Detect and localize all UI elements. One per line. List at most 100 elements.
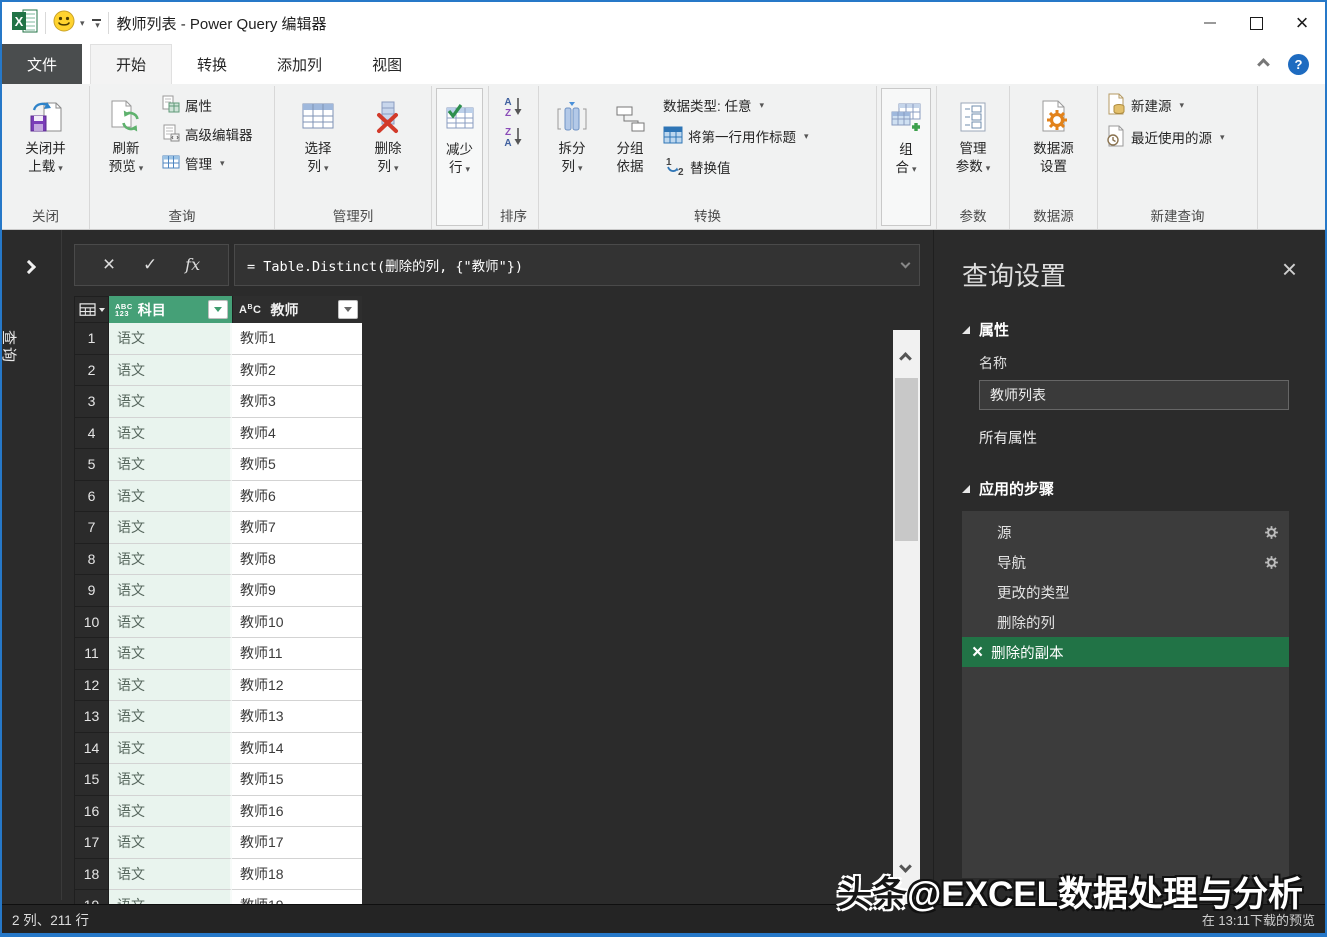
sort-descending-button[interactable]: ZA [499,124,529,148]
subject-cell[interactable]: 语文 [109,638,232,670]
table-row[interactable]: 6 语文 教师6 [74,481,362,513]
subject-cell[interactable]: 语文 [109,512,232,544]
table-row[interactable]: 1 语文 教师1 [74,323,362,355]
column-header-subject[interactable]: 科目 [109,296,232,323]
table-row[interactable]: 18 语文 教师18 [74,859,362,891]
use-first-row-as-headers-button[interactable]: 将第一行用作标题 [663,125,809,147]
replace-values-button[interactable]: 12 替换值 [663,156,809,178]
filter-button-subject[interactable] [208,300,228,319]
table-row[interactable]: 11 语文 教师11 [74,638,362,670]
all-properties-link[interactable]: 所有属性 [979,427,1297,448]
tab-add-column[interactable]: 添加列 [252,44,347,84]
teacher-cell[interactable]: 教师18 [232,859,362,891]
subject-cell[interactable]: 语文 [109,701,232,733]
data-source-settings-button[interactable]: 数据源 设置 [1014,88,1093,176]
filter-button-teacher[interactable] [338,300,358,319]
subject-cell[interactable]: 语文 [109,418,232,450]
subject-cell[interactable]: 语文 [109,827,232,859]
teacher-cell[interactable]: 教师4 [232,418,362,450]
table-row[interactable]: 7 语文 教师7 [74,512,362,544]
applied-step[interactable]: 更改的类型 [962,577,1289,607]
table-row[interactable]: 16 语文 教师16 [74,796,362,828]
subject-cell[interactable]: 语文 [109,733,232,765]
minimize-button[interactable] [1187,2,1233,44]
sort-ascending-button[interactable]: AZ [499,94,529,118]
combine-button[interactable]: 组 合 [881,88,931,226]
manage-parameters-button[interactable]: 管理 参数 [941,88,1005,177]
subject-cell[interactable]: 语文 [109,575,232,607]
table-row[interactable]: 9 语文 教师9 [74,575,362,607]
queries-pane-label[interactable]: 查询 [0,330,20,364]
advanced-editor-button[interactable]: 高级编辑器 [162,123,253,145]
group-by-button[interactable]: 分组 依据 [601,88,659,176]
formula-fx-button[interactable] [185,255,200,275]
applied-step[interactable]: 源 [962,517,1289,547]
subject-cell[interactable]: 语文 [109,323,232,355]
formula-accept-button[interactable] [143,255,157,275]
refresh-preview-button[interactable]: 刷新 预览 [94,88,158,177]
teacher-cell[interactable]: 教师2 [232,355,362,387]
tab-view[interactable]: 视图 [347,44,427,84]
table-row[interactable]: 8 语文 教师8 [74,544,362,576]
subject-cell[interactable]: 语文 [109,607,232,639]
remove-columns-button[interactable]: 删除 列 [356,88,420,177]
delete-step-icon[interactable] [972,643,983,662]
new-source-button[interactable]: 新建源 [1106,94,1225,116]
table-menu-button[interactable] [74,296,109,323]
teacher-cell[interactable]: 教师8 [232,544,362,576]
tab-transform[interactable]: 转换 [172,44,252,84]
table-row[interactable]: 3 语文 教师3 [74,386,362,418]
formula-cancel-button[interactable] [103,253,115,277]
table-row[interactable]: 5 语文 教师5 [74,449,362,481]
teacher-cell[interactable]: 教师7 [232,512,362,544]
table-row[interactable]: 17 语文 教师17 [74,827,362,859]
reduce-rows-button[interactable]: 减少 行 [436,88,483,226]
subject-cell[interactable]: 语文 [109,859,232,891]
table-row[interactable]: 2 语文 教师2 [74,355,362,387]
properties-section-header[interactable]: 属性 [962,319,1297,340]
teacher-cell[interactable]: 教师9 [232,575,362,607]
subject-cell[interactable]: 语文 [109,449,232,481]
applied-step[interactable]: 导航 [962,547,1289,577]
subject-cell[interactable]: 语文 [109,670,232,702]
expand-queries-chevron-icon[interactable] [22,260,36,274]
close-panel-button[interactable] [1282,256,1297,283]
query-name-input[interactable] [979,380,1289,410]
teacher-cell[interactable]: 教师3 [232,386,362,418]
data-type-button[interactable]: 数据类型: 任意 [663,94,809,116]
scroll-up-icon[interactable] [899,352,912,365]
table-row[interactable]: 15 语文 教师15 [74,764,362,796]
vertical-scrollbar[interactable] [893,330,920,907]
maximize-button[interactable] [1233,2,1279,44]
applied-step[interactable]: 删除的副本 [962,637,1289,667]
teacher-cell[interactable]: 教师5 [232,449,362,481]
subject-cell[interactable]: 语文 [109,481,232,513]
choose-columns-button[interactable]: 选择 列 [286,88,350,177]
close-button[interactable] [1279,2,1325,44]
subject-cell[interactable]: 语文 [109,386,232,418]
properties-button[interactable]: 属性 [162,94,253,116]
collapse-ribbon-button[interactable] [1257,58,1270,71]
recent-sources-button[interactable]: 最近使用的源 [1106,126,1225,148]
scrollbar-thumb[interactable] [895,378,918,541]
table-row[interactable]: 13 语文 教师13 [74,701,362,733]
subject-cell[interactable]: 语文 [109,764,232,796]
customize-quick-access-button[interactable] [92,19,101,28]
tab-file[interactable]: 文件 [2,44,82,84]
teacher-cell[interactable]: 教师16 [232,796,362,828]
table-row[interactable]: 14 语文 教师14 [74,733,362,765]
teacher-cell[interactable]: 教师14 [232,733,362,765]
applied-step[interactable]: 删除的列 [962,607,1289,637]
teacher-cell[interactable]: 教师15 [232,764,362,796]
teacher-cell[interactable]: 教师13 [232,701,362,733]
subject-cell[interactable]: 语文 [109,544,232,576]
teacher-cell[interactable]: 教师12 [232,670,362,702]
table-row[interactable]: 4 语文 教师4 [74,418,362,450]
teacher-cell[interactable]: 教师10 [232,607,362,639]
step-settings-gear-icon[interactable] [1264,525,1279,544]
subject-cell[interactable]: 语文 [109,796,232,828]
applied-steps-section-header[interactable]: 应用的步骤 [962,478,1297,499]
table-row[interactable]: 12 语文 教师12 [74,670,362,702]
column-header-teacher[interactable]: 教师 [232,296,362,323]
close-and-load-button[interactable]: 关闭并 上载 [6,88,85,177]
